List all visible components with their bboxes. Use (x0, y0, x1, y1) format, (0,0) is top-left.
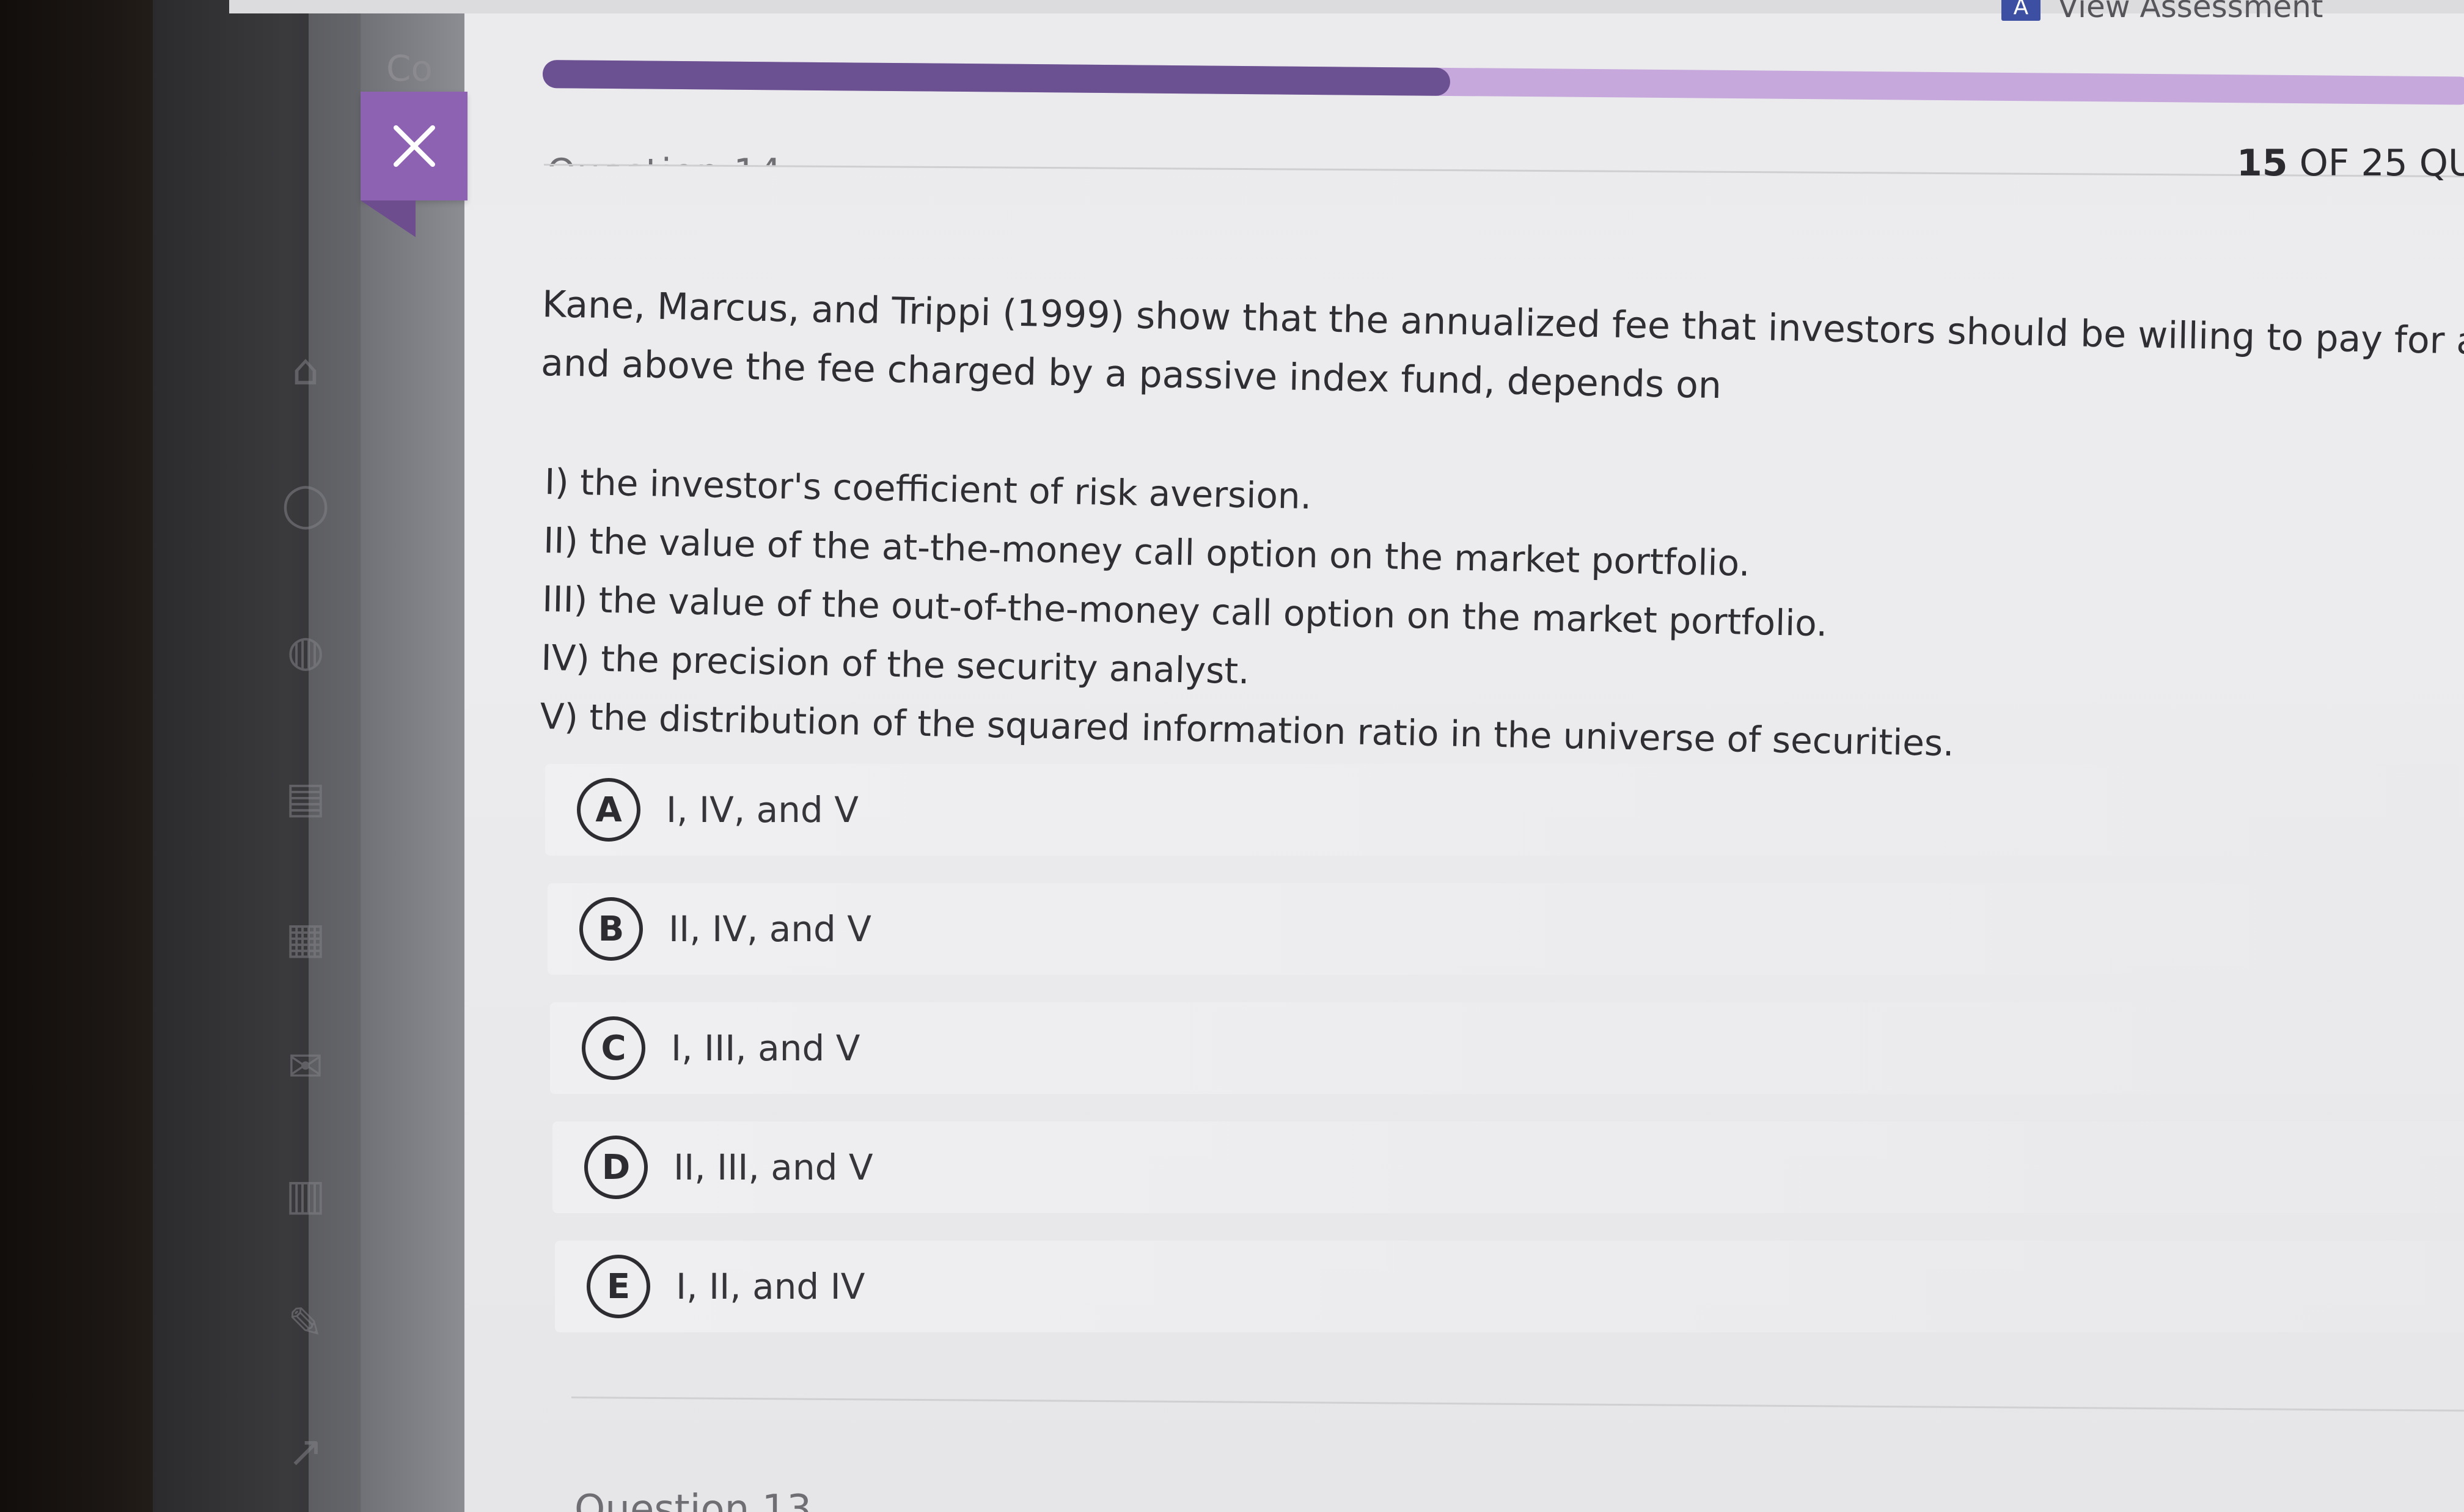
choice-label: II, III, and V (673, 1147, 873, 1188)
choice-letter-badge: E (587, 1255, 650, 1318)
counter-label: OF 25 QUE (2299, 142, 2464, 185)
sidebar-home-icon[interactable]: ⌂ (278, 342, 333, 397)
photo-of-screen: ⌂ ◯ ◍ ▤ ▦ ✉ ▥ ✎ ↗ Co A View Assessment Q… (0, 0, 2464, 1512)
choice-a[interactable]: A I, IV, and V (545, 764, 2459, 856)
choice-b[interactable]: B II, IV, and V (548, 883, 2462, 975)
choice-label: I, II, and IV (676, 1266, 865, 1307)
statement-list: I) the investor's coefficient of risk av… (540, 452, 1959, 773)
close-button-tail (361, 200, 416, 237)
view-assessment-link[interactable]: A View Assessment (2001, 0, 2323, 24)
next-question-title: Question 13 (574, 1487, 812, 1512)
sidebar-mail-icon[interactable]: ✉ (278, 1039, 333, 1094)
sidebar-external-icon[interactable]: ↗ (278, 1424, 333, 1479)
view-assessment-label: View Assessment (2058, 0, 2323, 24)
close-icon (393, 125, 435, 167)
choice-label: II, IV, and V (669, 908, 871, 950)
question-counter: 15 OF 25 QUE (2237, 142, 2464, 185)
choice-label: I, IV, and V (666, 789, 859, 831)
sidebar-user-icon[interactable]: ◯ (278, 477, 333, 532)
choice-label: I, III, and V (671, 1027, 860, 1069)
close-button[interactable] (361, 92, 468, 200)
choice-letter-badge: A (577, 778, 640, 842)
course-label: Co (386, 48, 433, 89)
sidebar-tools-icon[interactable]: ✎ (278, 1296, 333, 1351)
assessment-icon: A (2001, 0, 2041, 21)
answer-choices: A I, IV, and V B II, IV, and V C I, III,… (545, 764, 2464, 1360)
sidebar-calendar-icon[interactable]: ▦ (278, 911, 333, 966)
sidebar-book-icon[interactable]: ▤ (278, 770, 333, 825)
choice-letter-badge: D (584, 1136, 648, 1199)
sidebar-globe-icon[interactable]: ◍ (278, 623, 333, 678)
sidebar-grid-icon[interactable]: ▥ (278, 1167, 333, 1222)
choice-letter-badge: B (579, 897, 643, 961)
choice-e[interactable]: E I, II, and IV (555, 1241, 2464, 1332)
counter-number: 15 (2237, 142, 2288, 185)
question-title: Question 14 (547, 142, 783, 166)
choice-letter-badge: C (582, 1016, 645, 1080)
choice-d[interactable]: D II, III, and V (552, 1121, 2464, 1213)
background-desk (0, 0, 159, 1512)
choice-c[interactable]: C I, III, and V (550, 1002, 2464, 1094)
